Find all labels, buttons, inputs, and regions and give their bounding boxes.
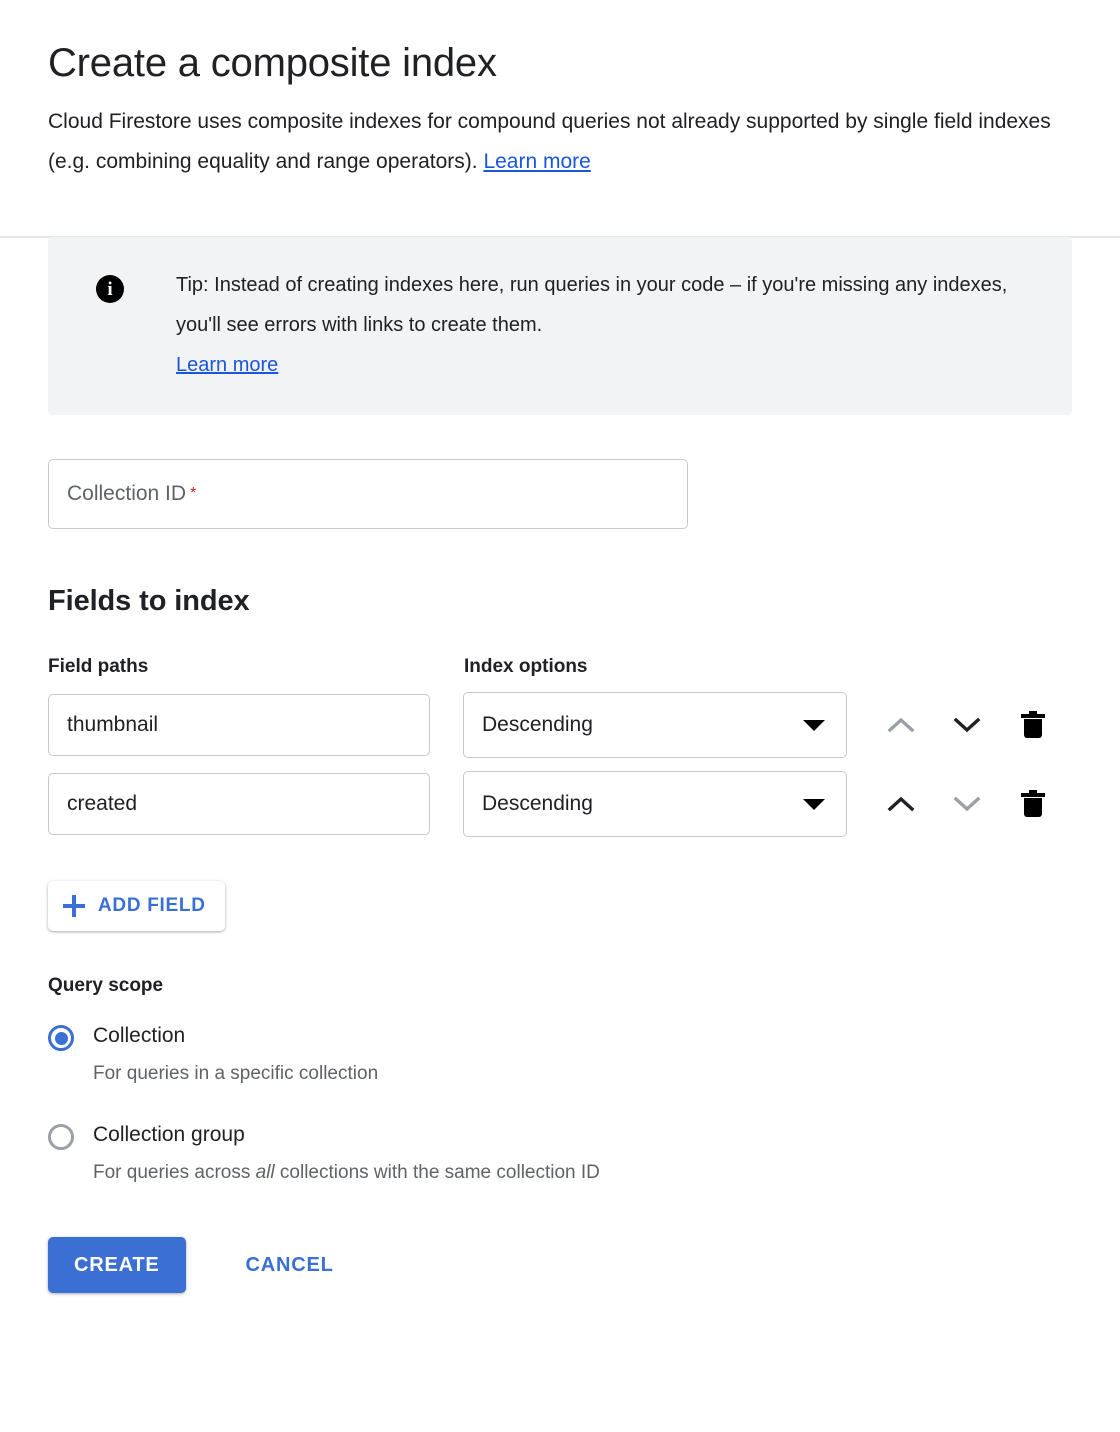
chevron-down-icon — [803, 720, 825, 731]
tip-banner: i Tip: Instead of creating indexes here,… — [48, 237, 1072, 415]
collection-id-required-marker: * — [190, 485, 196, 503]
fields-to-index-title: Fields to index — [48, 585, 1072, 618]
move-field-down-button[interactable] — [945, 782, 989, 826]
desc-after: collections with the same collection ID — [275, 1162, 600, 1183]
create-button[interactable]: CREATE — [48, 1237, 186, 1293]
index-option-value: Descending — [482, 792, 593, 816]
radio-button-collection-group[interactable] — [48, 1124, 74, 1150]
radio-option-collection-group-body: Collection group For queries across all … — [93, 1122, 600, 1184]
info-icon: i — [96, 275, 124, 303]
plus-icon — [63, 895, 85, 917]
field-row-actions — [879, 703, 1055, 747]
chevron-down-icon — [803, 799, 825, 810]
create-composite-index-page: Create a composite index Cloud Firestore… — [0, 0, 1120, 1432]
desc-emphasis: all — [256, 1162, 275, 1183]
move-field-up-button[interactable] — [879, 703, 923, 747]
query-scope-title: Query scope — [48, 975, 1072, 997]
radio-option-collection-body: Collection For queries in a specific col… — [93, 1023, 378, 1085]
trash-icon — [1020, 789, 1046, 819]
tip-banner-text-block: Tip: Instead of creating indexes here, r… — [176, 265, 1042, 385]
tip-learn-more-link[interactable]: Learn more — [176, 345, 1042, 385]
delete-field-button[interactable] — [1011, 782, 1055, 826]
trash-icon — [1020, 710, 1046, 740]
add-field-button[interactable]: ADD FIELD — [48, 881, 225, 931]
radio-selected-dot — [55, 1032, 68, 1045]
column-header-index-options: Index options — [464, 656, 864, 678]
radio-option-collection[interactable]: Collection For queries in a specific col… — [48, 1023, 1072, 1085]
index-option-value: Descending — [482, 713, 593, 737]
chevron-down-icon — [953, 795, 981, 813]
tip-banner-message: Tip: Instead of creating indexes here, r… — [176, 274, 1007, 336]
field-row: thumbnail Descending — [48, 692, 1072, 758]
move-field-up-button[interactable] — [879, 782, 923, 826]
page-header: Create a composite index Cloud Firestore… — [0, 0, 1120, 182]
cancel-button[interactable]: CANCEL — [238, 1237, 342, 1293]
index-option-select[interactable]: Descending — [463, 771, 847, 837]
chevron-down-icon — [953, 716, 981, 734]
radio-button-collection[interactable] — [48, 1025, 74, 1051]
radio-description-collection-group: For queries across all collections with … — [93, 1162, 600, 1184]
query-scope-radio-group: Collection For queries in a specific col… — [48, 1023, 1072, 1184]
radio-label-collection: Collection — [93, 1024, 185, 1047]
column-header-field-paths: Field paths — [48, 656, 464, 678]
radio-description-collection: For queries in a specific collection — [93, 1063, 378, 1085]
field-path-input[interactable]: created — [48, 773, 430, 835]
field-row: created Descending — [48, 771, 1072, 837]
page-body: i Tip: Instead of creating indexes here,… — [0, 237, 1120, 1333]
fields-column-headers: Field paths Index options — [48, 656, 1072, 678]
move-field-down-button[interactable] — [945, 703, 989, 747]
field-path-input[interactable]: thumbnail — [48, 694, 430, 756]
radio-option-collection-group[interactable]: Collection group For queries across all … — [48, 1122, 1072, 1184]
collection-id-input[interactable]: Collection ID* — [48, 459, 688, 529]
form-actions: CREATE CANCEL — [48, 1237, 1072, 1333]
collection-id-placeholder: Collection ID — [67, 482, 186, 506]
chevron-up-icon — [887, 795, 915, 813]
add-field-label: ADD FIELD — [98, 895, 206, 917]
radio-label-collection-group: Collection group — [93, 1123, 245, 1146]
header-learn-more-link[interactable]: Learn more — [483, 150, 590, 173]
desc-before: For queries across — [93, 1162, 256, 1183]
chevron-up-icon — [887, 716, 915, 734]
field-row-actions — [879, 782, 1055, 826]
page-title: Create a composite index — [48, 38, 1072, 88]
index-option-select[interactable]: Descending — [463, 692, 847, 758]
page-description: Cloud Firestore uses composite indexes f… — [48, 102, 1072, 182]
delete-field-button[interactable] — [1011, 703, 1055, 747]
